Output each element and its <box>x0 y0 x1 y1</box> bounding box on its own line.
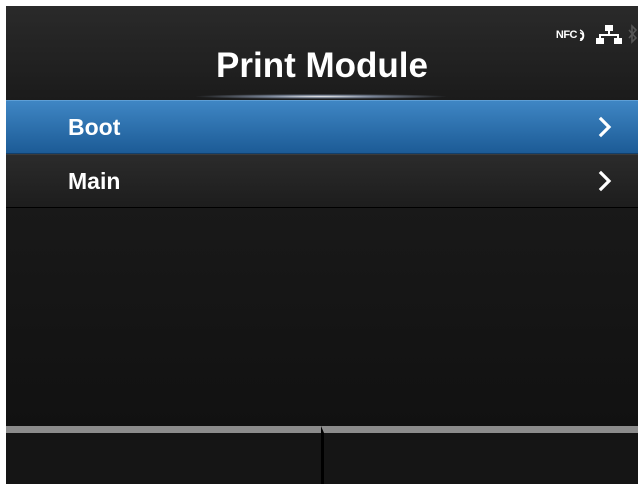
softkey-right[interactable] <box>320 426 638 484</box>
status-icons: NFC <box>556 22 638 48</box>
network-icon <box>596 25 622 44</box>
chevron-right-icon <box>598 170 612 192</box>
menu-item-main[interactable]: Main <box>6 154 638 208</box>
menu-item-label: Main <box>68 168 121 194</box>
nfc-label: NFC <box>555 29 578 41</box>
softkey-left[interactable] <box>6 426 321 484</box>
page-title: Print Module <box>216 46 428 85</box>
printer-display: NFC Print Module Boot Main <box>6 6 638 484</box>
title-underline <box>196 94 446 99</box>
header-bar: NFC Print Module <box>6 6 638 100</box>
menu-list: Boot Main <box>6 100 638 208</box>
menu-item-boot[interactable]: Boot <box>6 100 638 154</box>
menu-item-label: Boot <box>68 114 121 140</box>
bluetooth-icon <box>628 24 638 44</box>
chevron-right-icon <box>598 116 612 138</box>
empty-list-area <box>6 208 638 426</box>
softkey-bar <box>6 426 638 484</box>
nfc-icon: NFC <box>556 29 590 41</box>
